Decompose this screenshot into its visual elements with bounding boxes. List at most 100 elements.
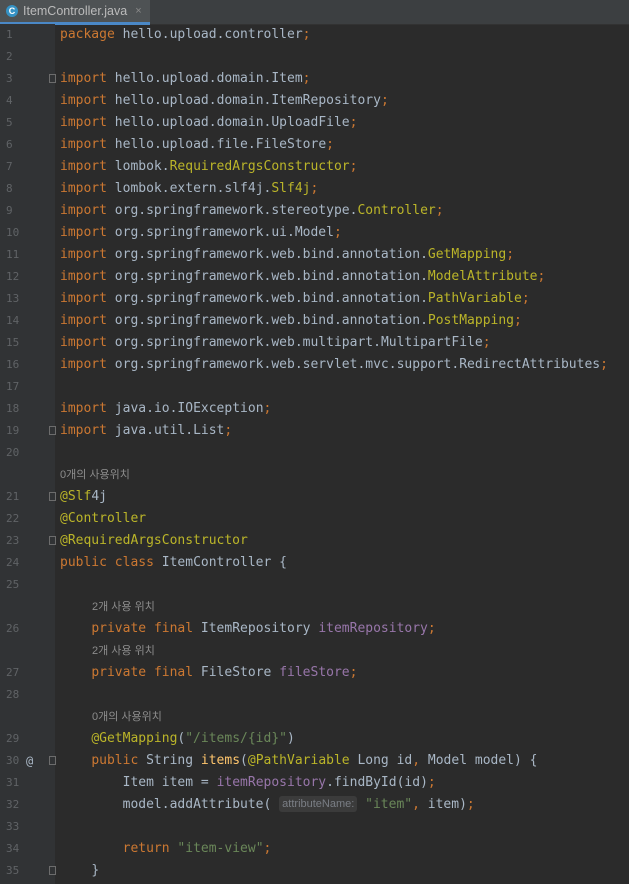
line-number: 3 <box>6 72 13 85</box>
usage-hint[interactable]: 0개의 사용위치 <box>92 706 162 728</box>
line-number: 8 <box>6 182 13 195</box>
line-number: 34 <box>6 842 20 855</box>
gutter-line: 22 <box>0 508 55 530</box>
gutter-line: 11 <box>0 244 55 266</box>
code-line[interactable]: import org.springframework.web.bind.anno… <box>60 266 545 288</box>
gutter-line: 33 <box>0 816 55 838</box>
gutter-line: 23 <box>0 530 56 552</box>
line-number: 33 <box>6 820 20 833</box>
gutter-line: 24 <box>0 552 55 574</box>
code-line[interactable]: public String items(@PathVariable Long i… <box>60 750 537 772</box>
code-line[interactable]: import org.springframework.web.bind.anno… <box>60 244 514 266</box>
code-line[interactable]: import org.springframework.web.bind.anno… <box>60 288 530 310</box>
line-number: 31 <box>6 776 20 789</box>
gutter-line: 26 <box>0 618 55 640</box>
code-line[interactable]: import hello.upload.domain.ItemRepositor… <box>60 90 389 112</box>
code-line[interactable]: @Slf4j <box>60 486 107 508</box>
line-number: 4 <box>6 94 13 107</box>
fold-toggle-icon[interactable] <box>49 756 56 765</box>
gutter-line: 15 <box>0 332 55 354</box>
code-area[interactable]: package hello.upload.controller; import h… <box>60 24 629 884</box>
code-line[interactable]: import lombok.RequiredArgsConstructor; <box>60 156 357 178</box>
line-number-gutter: 1 2 3 4 5 6 7 8 9 10 11 12 13 14 15 16 17 18 19 20 21 22 23 24 2… <box>0 24 56 884</box>
line-number: 16 <box>6 358 20 371</box>
code-line[interactable]: private final FileStore fileStore; <box>60 662 357 684</box>
fold-toggle-icon[interactable] <box>49 866 56 875</box>
line-number: 15 <box>6 336 20 349</box>
gutter-line: 6 <box>0 134 55 156</box>
code-line[interactable]: private final ItemRepository itemReposit… <box>60 618 435 640</box>
gutter-line: 25 <box>0 574 55 596</box>
code-line[interactable]: } <box>60 860 99 882</box>
line-number: 5 <box>6 116 13 129</box>
code-line[interactable]: @GetMapping("/items/{id}") <box>60 728 295 750</box>
gutter-line: 12 <box>0 266 55 288</box>
code-line[interactable]: Item item = itemRepository.findById(id); <box>60 772 436 794</box>
fold-toggle-icon[interactable] <box>49 492 56 501</box>
gutter-line: 16 <box>0 354 55 376</box>
line-number: 21 <box>6 490 20 503</box>
request-mapping-marker-icon[interactable]: @ <box>26 750 33 772</box>
line-number: 35 <box>6 864 20 877</box>
code-line[interactable]: import org.springframework.web.bind.anno… <box>60 310 522 332</box>
usage-hint[interactable]: 2개 사용 위치 <box>92 640 155 662</box>
gutter-line: 34 <box>0 838 55 860</box>
code-line[interactable]: public class ItemController { <box>60 552 287 574</box>
code-line[interactable]: @Controller <box>60 508 146 530</box>
line-number: 23 <box>6 534 20 547</box>
close-icon[interactable]: × <box>135 5 141 17</box>
line-number: 12 <box>6 270 20 283</box>
code-line[interactable]: import org.springframework.web.servlet.m… <box>60 354 608 376</box>
gutter-line: 21 <box>0 486 56 508</box>
code-line[interactable]: import hello.upload.file.FileStore; <box>60 134 334 156</box>
code-line[interactable]: return "item-view"; <box>60 838 272 860</box>
gutter-line: 7 <box>0 156 55 178</box>
line-number: 27 <box>6 666 20 679</box>
line-number: 6 <box>6 138 13 151</box>
line-number: 24 <box>6 556 20 569</box>
code-line[interactable]: package hello.upload.controller; <box>60 24 311 46</box>
line-number: 20 <box>6 446 20 459</box>
gutter-line: 31 <box>0 772 55 794</box>
gutter-line: 4 <box>0 90 55 112</box>
line-number: 18 <box>6 402 20 415</box>
code-line[interactable]: model.addAttribute( attributeName: "item… <box>60 794 475 816</box>
gutter-line: 13 <box>0 288 55 310</box>
code-line[interactable]: import org.springframework.web.multipart… <box>60 332 491 354</box>
gutter-line: 30 @ <box>0 750 56 772</box>
fold-toggle-icon[interactable] <box>49 74 56 83</box>
code-line[interactable]: import lombok.extern.slf4j.Slf4j; <box>60 178 318 200</box>
code-editor[interactable]: 1 2 3 4 5 6 7 8 9 10 11 12 13 14 15 16 17 18 19 20 21 22 23 24 2… <box>0 24 629 884</box>
code-line[interactable]: @RequiredArgsConstructor <box>60 530 248 552</box>
gutter-line: 29 <box>0 728 55 750</box>
line-number: 10 <box>6 226 20 239</box>
line-number: 17 <box>6 380 20 393</box>
line-number: 22 <box>6 512 20 525</box>
usage-hint[interactable]: 0개의 사용위치 <box>60 464 130 486</box>
gutter-line: 32 <box>0 794 55 816</box>
tab-item-controller[interactable]: C ItemController.java × <box>0 0 150 25</box>
fold-toggle-icon[interactable] <box>49 426 56 435</box>
parameter-name-hint: attributeName: <box>279 796 358 812</box>
gutter-line: 27 <box>0 662 55 684</box>
gutter-line: 2 <box>0 46 55 68</box>
line-number: 11 <box>6 248 20 261</box>
line-number: 1 <box>6 28 13 41</box>
code-line[interactable]: import java.io.IOException; <box>60 398 271 420</box>
line-number: 25 <box>6 578 20 591</box>
code-line[interactable]: import hello.upload.domain.Item; <box>60 68 311 90</box>
code-line[interactable]: import java.util.List; <box>60 420 232 442</box>
usage-hint[interactable]: 2개 사용 위치 <box>92 596 155 618</box>
gutter-line: 8 <box>0 178 55 200</box>
code-line[interactable]: import org.springframework.stereotype.Co… <box>60 200 444 222</box>
gutter-line: 28 <box>0 684 55 706</box>
fold-toggle-icon[interactable] <box>49 536 56 545</box>
line-number: 9 <box>6 204 13 217</box>
line-number: 32 <box>6 798 20 811</box>
line-number: 28 <box>6 688 20 701</box>
line-number: 19 <box>6 424 20 437</box>
code-line[interactable]: import org.springframework.ui.Model; <box>60 222 342 244</box>
gutter-line: 9 <box>0 200 55 222</box>
code-line[interactable]: import hello.upload.domain.UploadFile; <box>60 112 357 134</box>
gutter-line: 5 <box>0 112 55 134</box>
